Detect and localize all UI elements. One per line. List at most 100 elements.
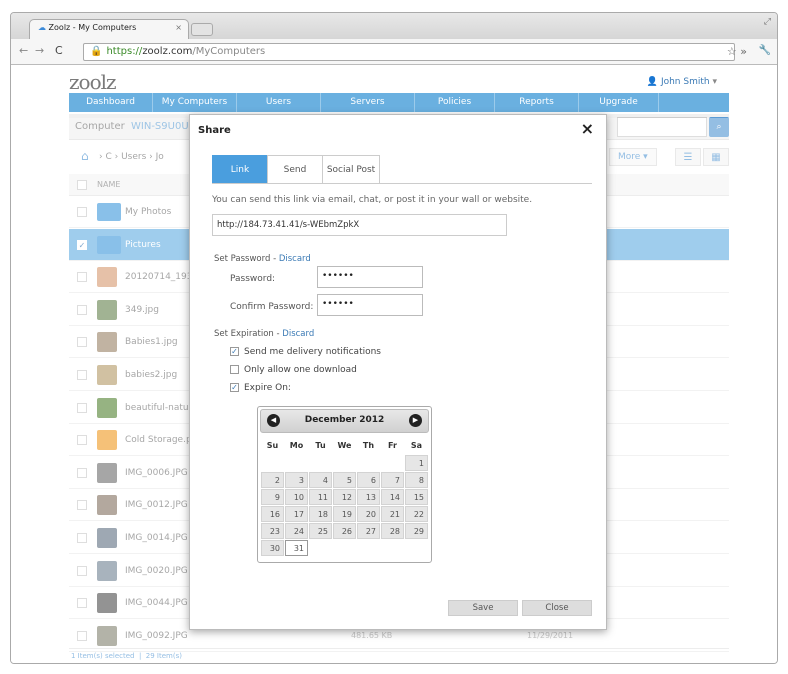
option-one-download[interactable]: Only allow one download [230, 365, 357, 375]
menu-item-my-computers[interactable]: My Computers [153, 93, 237, 112]
forward-icon[interactable]: → [35, 44, 44, 57]
calendar-day[interactable]: 15 [405, 489, 428, 505]
weekday-label: Tu [315, 440, 326, 450]
empty-cell [381, 540, 404, 556]
calendar-day[interactable]: 27 [357, 523, 380, 539]
empty-cell [285, 455, 308, 471]
option-label: Send me delivery notifications [244, 347, 381, 357]
calendar-day[interactable]: 20 [357, 506, 380, 522]
calendar-day[interactable]: 17 [285, 506, 308, 522]
checkbox[interactable] [230, 365, 239, 374]
calendar-month: December 2012 [304, 415, 385, 425]
calendar-day[interactable]: 9 [261, 489, 284, 505]
zoolz-logo[interactable]: zoolz [69, 70, 117, 94]
back-icon[interactable]: ← [19, 44, 28, 57]
empty-cell [261, 455, 284, 471]
save-button[interactable]: Save [448, 600, 518, 616]
dialog-title: Share [198, 125, 231, 136]
url-scheme: https:// [106, 46, 143, 57]
weekday-label: Fr [388, 440, 397, 450]
expiration-section-label: Set Expiration - [214, 329, 283, 339]
menu-item-dashboard[interactable]: Dashboard [69, 93, 153, 112]
calendar-day[interactable]: 22 [405, 506, 428, 522]
weekday-label: Mo [289, 440, 304, 450]
calendar-grid: Su Mo Tu We Th Fr Sa 1 2 3 4 5 6 7 8 9 10 11 12 13 14 15 16 17… [260, 435, 429, 557]
share-link-field[interactable]: http://184.73.41.41/s-WEbmZpkX [212, 214, 507, 236]
url-field[interactable]: 🔒 https://zoolz.com/MyComputers [83, 43, 735, 61]
password-field[interactable]: •••••• [317, 266, 423, 288]
calendar-day[interactable]: 7 [381, 472, 404, 488]
user-icon: 👤 [646, 77, 659, 87]
next-month-icon[interactable]: ▶ [409, 414, 422, 427]
calendar-day[interactable]: 10 [285, 489, 308, 505]
option-delivery-notifications[interactable]: ✓ Send me delivery notifications [230, 347, 381, 357]
password-label: Password: [230, 274, 276, 284]
browser-titlebar: ☁ Zoolz - My Computers × ⤢ [11, 13, 777, 39]
checkbox[interactable]: ✓ [230, 347, 239, 356]
calendar-day[interactable]: 28 [381, 523, 404, 539]
expiration-section: Set Expiration - Discard [214, 329, 314, 339]
new-tab-button[interactable] [191, 23, 213, 36]
option-expire-on[interactable]: ✓ Expire On: [230, 383, 291, 393]
calendar-day[interactable]: 23 [261, 523, 284, 539]
tab-link[interactable]: Link [212, 155, 268, 183]
reload-icon[interactable]: C [55, 44, 63, 57]
empty-cell [381, 455, 404, 471]
browser-tab[interactable]: ☁ Zoolz - My Computers × [29, 19, 189, 39]
weekday-label: We [337, 440, 352, 450]
tab-social-post[interactable]: Social Post [322, 155, 380, 183]
calendar-day[interactable]: 6 [357, 472, 380, 488]
calendar-day[interactable]: 19 [333, 506, 356, 522]
calendar-day[interactable]: 8 [405, 472, 428, 488]
calendar-day[interactable]: 11 [309, 489, 332, 505]
calendar-day[interactable]: 31 [285, 540, 308, 556]
calendar-day[interactable]: 24 [285, 523, 308, 539]
calendar-day[interactable]: 16 [261, 506, 284, 522]
calendar-day[interactable]: 13 [357, 489, 380, 505]
password-discard-link[interactable]: Discard [279, 254, 311, 264]
calendar-day[interactable]: 26 [333, 523, 356, 539]
tab-send[interactable]: Send [267, 155, 323, 183]
user-menu[interactable]: 👤 John Smith ▾ [647, 77, 717, 87]
calendar-day[interactable]: 25 [309, 523, 332, 539]
confirm-password-field[interactable]: •••••• [317, 294, 423, 316]
menu-item-servers[interactable]: Servers [321, 93, 415, 112]
checkbox[interactable]: ✓ [230, 383, 239, 392]
calendar-day[interactable]: 29 [405, 523, 428, 539]
confirm-password-label: Confirm Password: [230, 302, 314, 312]
main-menu: Dashboard My Computers Users Servers Policie… [69, 93, 729, 112]
calendar-day[interactable]: 2 [261, 472, 284, 488]
calendar-day[interactable]: 18 [309, 506, 332, 522]
menu-item-policies[interactable]: Policies [415, 93, 495, 112]
calendar-day[interactable]: 12 [333, 489, 356, 505]
url-host: zoolz.com [142, 46, 193, 57]
calendar-header: ◀ December 2012 ▶ [260, 409, 429, 433]
menu-item-reports[interactable]: Reports [495, 93, 579, 112]
empty-cell [309, 540, 332, 556]
share-description: You can send this link via email, chat, … [212, 195, 533, 205]
cloud-icon: ☁ [38, 23, 46, 32]
calendar-day[interactable]: 4 [309, 472, 332, 488]
resize-icon[interactable]: ⤢ [764, 17, 771, 27]
menu-item-users[interactable]: Users [237, 93, 321, 112]
date-picker: ◀ December 2012 ▶ Su Mo Tu We Th Fr Sa 1234567… [257, 406, 432, 563]
option-label: Expire On: [244, 383, 291, 393]
weekday-label: Th [362, 440, 375, 450]
calendar-day[interactable]: 1 [405, 455, 428, 471]
close-button[interactable]: Close [522, 600, 592, 616]
calendar-day[interactable]: 5 [333, 472, 356, 488]
user-name: John Smith [660, 77, 710, 87]
calendar-day[interactable]: 3 [285, 472, 308, 488]
calendar-day[interactable]: 21 [381, 506, 404, 522]
menu-item-upgrade[interactable]: Upgrade [579, 93, 659, 112]
bookmark-star-icon[interactable]: ☆ » [727, 45, 747, 58]
tab-title: Zoolz - My Computers [48, 23, 137, 32]
tab-divider [212, 183, 592, 184]
empty-cell [405, 540, 428, 556]
expiration-discard-link[interactable]: Discard [282, 329, 314, 339]
calendar-day[interactable]: 30 [261, 540, 284, 556]
wrench-icon[interactable]: 🔧 [759, 45, 771, 56]
calendar-day[interactable]: 14 [381, 489, 404, 505]
tab-close-icon[interactable]: × [175, 23, 182, 32]
close-icon[interactable]: × [581, 119, 594, 138]
